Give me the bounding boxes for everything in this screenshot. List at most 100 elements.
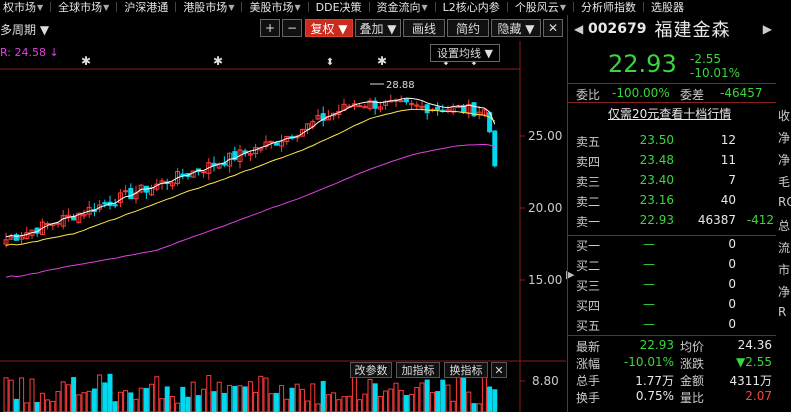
kline-chart[interactable]: ✱ ✱ ✱ ⬍ ⬍ ⬍ 28.88 R: 24.58 ↓ 设置均线 ▼ 25.00 20.0… (0, 41, 566, 412)
volume-bar (143, 388, 149, 412)
volume-bar (201, 388, 207, 412)
volume-bar (346, 395, 352, 412)
ask-volume: 11 (720, 153, 736, 167)
volume-bar (263, 377, 269, 412)
volume-bar (185, 396, 191, 412)
add-indicator-button[interactable]: 加指标 (396, 362, 440, 378)
nav-item[interactable]: 美股市场 ▼ (246, 0, 303, 14)
volume-bar (29, 378, 35, 412)
bid-level-label: 买二 (576, 259, 601, 273)
quote-value: 4311万 (729, 374, 772, 388)
candle-body (492, 130, 498, 167)
hide-button[interactable]: 隐藏 ▼ (491, 19, 541, 37)
bid-price: — (643, 257, 655, 271)
ask-volume: 40 (720, 193, 736, 207)
top-navigation: 权市场 ▼ 全球市场 ▼ 沪深港通 港股市场 ▼ 美股市场 ▼ DDE决策 资金流向 ▼ L2核心内参个… (0, 0, 791, 14)
ask-change: -412 (746, 213, 774, 227)
switch-indicator-button[interactable]: 换指标 (444, 362, 488, 378)
candle-body (45, 222, 51, 225)
nav-separator (175, 2, 177, 12)
volume-bar (216, 381, 222, 412)
nav-item[interactable]: 港股市场 ▼ (180, 0, 237, 14)
divider (568, 83, 776, 84)
volume-bar (242, 386, 248, 412)
volume-bar (206, 375, 212, 412)
nav-item-label: 选股器 (650, 1, 684, 14)
dropdown-arrow-icon: ▼ (559, 2, 566, 12)
nav-item-label: 权市场 (3, 1, 36, 14)
nav-item[interactable]: 资金流向 ▼ (374, 0, 431, 14)
side-label: 净 (778, 285, 791, 299)
ma-settings-button[interactable]: 设置均线 ▼ (430, 44, 500, 62)
volume-bar (367, 378, 373, 412)
volume-bar (65, 384, 71, 412)
candle-body (435, 106, 441, 111)
volume-bar (221, 392, 227, 412)
nav-item-label: 个股风云 (514, 1, 559, 14)
ask-price: 23.16 (639, 193, 674, 207)
zoom-out-button[interactable]: − (282, 19, 302, 37)
quote-value: 1.77万 (635, 374, 674, 388)
quote-value: -10.01% (623, 355, 674, 369)
quote-label: 金额 (680, 374, 705, 388)
volume-bar (310, 383, 316, 412)
quote-panel: ◀ 002679 福建金森 ▶ 22.93 -2.55 -10.01% 委比 -… (567, 15, 776, 412)
nav-item[interactable]: 分析师指数 (578, 0, 639, 14)
volume-bar (164, 386, 170, 412)
level10-quote-link[interactable]: 仅需20元查看十档行情 (608, 105, 731, 122)
ask-price: 23.48 (639, 153, 674, 167)
volume-bar (55, 391, 61, 412)
ask-price: 23.40 (639, 173, 674, 187)
nav-separator (642, 2, 644, 12)
nav-separator (434, 2, 436, 12)
volume-bar (476, 403, 482, 412)
draw-line-button[interactable]: 画线 (403, 19, 445, 37)
volume-bar (102, 382, 108, 412)
candle-body (55, 222, 61, 225)
volume-bar (393, 382, 399, 412)
nav-item[interactable]: 选股器 (648, 0, 687, 14)
volume-bar (237, 385, 243, 412)
edit-params-button[interactable]: 改参数 (350, 362, 392, 378)
weicha-label: 委差 (680, 88, 705, 102)
bid-level-label: 买四 (576, 299, 601, 313)
volume-bar (487, 386, 493, 412)
ask-price: 23.50 (639, 133, 674, 147)
nav-separator (307, 2, 309, 12)
volume-bar (112, 401, 118, 412)
volume-bar (429, 391, 435, 412)
nav-item-label: 美股市场 (249, 1, 294, 14)
volume-bar (445, 384, 451, 412)
divider (568, 235, 776, 236)
close-indicator-button[interactable]: ✕ (491, 362, 507, 378)
next-stock-icon[interactable]: ▶ (763, 22, 772, 36)
overlay-button[interactable]: 叠加 ▼ (355, 19, 401, 37)
volume-bar (133, 398, 139, 412)
ask-level-label: 卖二 (576, 195, 601, 209)
nav-item[interactable]: L2核心内参 (440, 0, 503, 14)
nav-item[interactable]: 沪深港通 (121, 0, 171, 14)
volume-bar (289, 387, 295, 412)
candle-body (273, 142, 279, 146)
nav-item[interactable]: 个股风云 ▼ (512, 0, 569, 14)
nav-item[interactable]: 全球市场 ▼ (55, 0, 112, 14)
simple-mode-button[interactable]: 简约 (447, 19, 489, 37)
event-star-icon: ✱ (81, 54, 91, 68)
close-chart-button[interactable]: ✕ (543, 19, 563, 37)
fuquan-button[interactable]: 复权 ▼ (305, 19, 353, 37)
y-tick-label: 15.00 (528, 273, 563, 287)
period-selector[interactable]: 多周期 ▼ (0, 21, 49, 38)
zoom-in-button[interactable]: + (260, 19, 280, 37)
nav-item[interactable]: 权市场 ▼ (0, 0, 46, 14)
bid-volume: 0 (728, 277, 736, 291)
nav-item[interactable]: DDE决策 (313, 0, 365, 14)
volume-bar (19, 377, 25, 412)
volume-bar (398, 389, 404, 412)
candle-body (123, 190, 129, 193)
volume-bar (195, 395, 201, 412)
volume-bar (232, 385, 238, 412)
volume-bar (253, 391, 259, 412)
menu-arrow-icon[interactable]: ◀ (574, 22, 583, 36)
ask-volume: 46387 (697, 213, 736, 227)
dropdown-arrow-icon: ▼ (103, 2, 110, 12)
